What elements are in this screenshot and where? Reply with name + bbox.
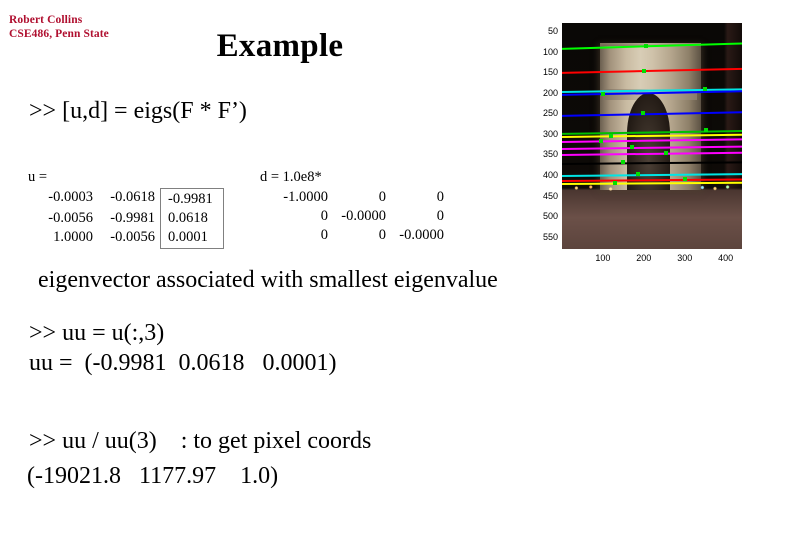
x-tick-label: 200 [636, 253, 652, 263]
matrix-d-cell: 0 [436, 208, 444, 224]
line-feature-marker [609, 133, 614, 138]
matrix-u-cell: 1.0000 [53, 229, 93, 245]
command-uu: >> uu = u(:,3) [29, 320, 165, 346]
figure-panel: 50 100 150 200 250 300 350 400 450 500 550 100 200 3… [533, 18, 781, 266]
matrix-d-cell: 0 [378, 189, 386, 205]
matrix-d-cell: 0 [320, 227, 328, 243]
output-pixel-coords: (-19021.8 1177.97 1.0) [27, 463, 279, 489]
plaza-lights [562, 183, 742, 193]
matrix-d: d = 1.0e8* -1.0000 0 0 0 -0.0000 0 0 0 -… [258, 168, 448, 245]
command-eigs: >> [u,d] = eigs(F * F’) [29, 98, 247, 124]
matrix-u-cell-highlighted: -0.9981 [160, 188, 224, 209]
caption-eigenvector: eigenvector associated with smallest eig… [38, 267, 498, 293]
matrix-u-label: u = [28, 169, 48, 185]
line-feature-marker [704, 128, 708, 133]
line-feature-marker [664, 151, 669, 156]
matrix-u-cell: -0.0003 [48, 189, 93, 205]
line-feature-marker [600, 91, 605, 96]
matrix-d-cell: -0.0000 [341, 208, 386, 224]
y-tick-label: 100 [542, 46, 558, 57]
matrix-d-cell: 0 [320, 208, 328, 224]
line-feature-marker [621, 160, 626, 165]
matrix-d-cell: 0 [378, 227, 386, 243]
command-uu-divide: >> uu / uu(3) : to get pixel coords [29, 428, 372, 454]
line-feature-marker [643, 43, 648, 48]
line-feature-marker [641, 111, 645, 116]
matrix-u: u = -0.0003 -0.0618 -0.9981 -0.0056 -0.9… [28, 168, 224, 249]
matrix-u-cell: -0.0056 [48, 210, 93, 226]
x-tick-label: 300 [677, 253, 693, 263]
y-tick-label: 50 [547, 26, 558, 37]
y-tick-label: 250 [542, 108, 558, 119]
x-tick-label: 100 [595, 253, 611, 263]
matrix-u-grid: -0.0003 -0.0618 -0.9981 -0.0056 -0.9981 … [36, 188, 224, 249]
matrix-d-grid: -1.0000 0 0 0 -0.0000 0 0 0 -0.0000 [260, 188, 448, 245]
line-feature-marker [682, 177, 687, 182]
output-uu: uu = (-0.9981 0.0618 0.0001) [29, 350, 337, 376]
line-feature-marker [635, 172, 640, 177]
author-name: Robert Collins [9, 14, 83, 26]
y-tick-label: 450 [542, 190, 558, 201]
y-tick-label: 200 [542, 87, 558, 98]
y-tick-label: 500 [542, 211, 558, 222]
line-feature-marker [641, 68, 646, 73]
x-tick-label: 400 [718, 253, 734, 263]
matrix-u-cell-highlighted: 0.0001 [160, 228, 224, 249]
matrix-d-cell: 0 [436, 189, 444, 205]
y-tick-label: 400 [542, 170, 558, 181]
matrix-u-cell: -0.0056 [110, 229, 155, 245]
matrix-d-cell: -0.0000 [399, 227, 444, 243]
y-tick-label: 300 [542, 128, 558, 139]
matrix-u-cell: -0.0618 [110, 189, 155, 205]
line-feature-marker [613, 180, 618, 185]
matrix-u-cell: -0.9981 [110, 210, 155, 226]
y-tick-label: 150 [542, 67, 558, 78]
y-tick-label: 350 [542, 149, 558, 160]
matrix-d-label: d = 1.0e8* [260, 169, 322, 185]
page-title: Example [216, 28, 344, 64]
image-axes [562, 23, 742, 249]
y-tick-label: 550 [542, 231, 558, 242]
slide-canvas: Robert Collins CSE486, Penn State Exampl… [0, 0, 786, 542]
line-feature-marker [599, 138, 604, 143]
matrix-d-cell: -1.0000 [283, 189, 328, 205]
line-feature-marker [629, 145, 634, 149]
matrix-u-cell-highlighted: 0.0618 [160, 209, 224, 228]
